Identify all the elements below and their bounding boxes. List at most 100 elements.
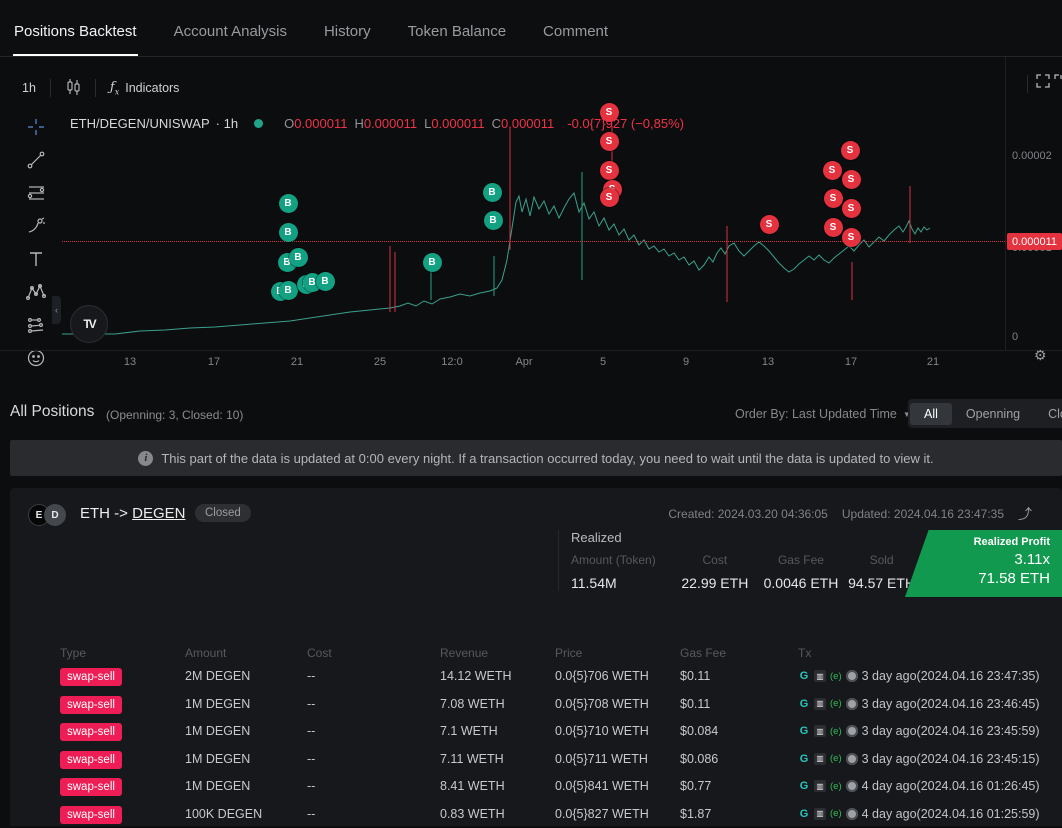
dex-icon[interactable] xyxy=(846,725,858,737)
table-row: swap-sell2M DEGEN--14.12 WETH0.0{5}706 W… xyxy=(40,662,1062,690)
tx-time-link[interactable]: 3 day ago(2024.04.16 23:47:35) xyxy=(862,669,1040,683)
gmgn-icon[interactable]: G xyxy=(798,670,810,682)
cell-price: 0.0{5}710 WETH xyxy=(555,724,649,738)
order-by-label: Order By: Last Updated Time xyxy=(735,407,897,421)
tradingview-logo[interactable]: TV xyxy=(70,305,108,343)
sell-marker[interactable]: S xyxy=(842,199,861,218)
realized-column-value: 11.54M xyxy=(571,575,670,591)
buy-marker[interactable]: B xyxy=(483,183,502,202)
realized-title: Realized xyxy=(571,530,921,545)
sell-marker[interactable]: S xyxy=(600,132,619,151)
cell-price: 0.0{5}708 WETH xyxy=(555,697,649,711)
tab-account-analysis[interactable]: Account Analysis xyxy=(173,23,288,56)
dex-icon[interactable] xyxy=(846,753,858,765)
cell-revenue: 7.11 WETH xyxy=(440,752,504,766)
buy-marker[interactable]: B xyxy=(279,281,298,300)
gmgn-icon[interactable]: G xyxy=(798,753,810,765)
tx-time-link[interactable]: 3 day ago(2024.04.16 23:45:15) xyxy=(862,752,1040,766)
cell-price: 0.0{5}841 WETH xyxy=(555,779,649,793)
column-header-cost: Cost xyxy=(307,646,332,660)
sell-marker[interactable]: S xyxy=(824,189,843,208)
gmgn-icon[interactable]: G xyxy=(798,808,810,820)
gmgn-icon[interactable]: G xyxy=(798,698,810,710)
tx-time-link[interactable]: 4 day ago(2024.04.16 01:26:45) xyxy=(862,779,1040,793)
cell-revenue: 7.08 WETH xyxy=(440,697,505,711)
sell-marker[interactable]: S xyxy=(842,170,861,189)
scan-icon[interactable]: ▥ xyxy=(814,725,826,737)
filter-all[interactable]: All xyxy=(910,403,952,425)
cell-tx: G ▥ (e) 3 day ago(2024.04.16 23:46:45) xyxy=(798,697,1040,711)
sell-marker[interactable]: S xyxy=(823,161,842,180)
tab-history[interactable]: History xyxy=(323,23,372,56)
buy-marker[interactable]: B xyxy=(279,194,298,213)
etherscan-icon[interactable]: (e) xyxy=(830,698,842,710)
etherscan-icon[interactable]: (e) xyxy=(830,808,842,820)
pair-title: ETH -> DEGEN xyxy=(80,505,185,522)
buy-marker[interactable]: B xyxy=(279,223,298,242)
cell-amount: 1M DEGEN xyxy=(185,697,250,711)
tx-time-link[interactable]: 4 day ago(2024.04.16 01:25:59) xyxy=(862,807,1040,821)
position-card: E D ETH -> DEGEN Closed Created: 2024.03… xyxy=(10,488,1062,826)
info-banner-text: This part of the data is updated at 0:00… xyxy=(161,451,933,466)
cell-gas_fee: $1.87 xyxy=(680,807,711,821)
realized-column: Gas Fee0.0046 ETH xyxy=(760,553,842,591)
tab-token-balance[interactable]: Token Balance xyxy=(407,23,507,56)
buy-marker[interactable]: B xyxy=(423,253,442,272)
type-badge: swap-sell xyxy=(60,778,122,796)
scan-icon[interactable]: ▥ xyxy=(814,698,826,710)
etherscan-icon[interactable]: (e) xyxy=(830,780,842,792)
status-badge: Closed xyxy=(195,504,251,522)
table-row: swap-sell100K DEGEN--0.83 WETH0.0{5}827 … xyxy=(40,800,1062,828)
created-timestamp: Created: 2024.03.20 04:36:05 xyxy=(668,507,827,521)
dex-icon[interactable] xyxy=(846,808,858,820)
scan-icon[interactable]: ▥ xyxy=(814,670,826,682)
time-axis-label: 21 xyxy=(291,356,303,368)
scan-icon[interactable]: ▥ xyxy=(814,808,826,820)
cell-cost: -- xyxy=(307,807,315,821)
dex-icon[interactable] xyxy=(846,698,858,710)
sell-marker[interactable]: S xyxy=(600,161,619,180)
filter-openning[interactable]: Openning xyxy=(952,403,1034,425)
filter-closed[interactable]: Closed xyxy=(1034,403,1062,425)
gmgn-icon[interactable]: G xyxy=(798,780,810,792)
cell-revenue: 0.83 WETH xyxy=(440,807,505,821)
order-by-dropdown[interactable]: Order By: Last Updated Time ▼ xyxy=(735,407,911,421)
cell-revenue: 8.41 WETH xyxy=(440,779,505,793)
scan-icon[interactable]: ▥ xyxy=(814,780,826,792)
etherscan-icon[interactable]: (e) xyxy=(830,753,842,765)
cell-type: swap-sell xyxy=(60,779,122,793)
etherscan-icon[interactable]: (e) xyxy=(830,725,842,737)
pair-to-link[interactable]: DEGEN xyxy=(132,505,185,522)
status-filter-group: AllOpenningClosed xyxy=(908,399,1062,428)
cell-gas_fee: $0.11 xyxy=(680,697,710,711)
price-chart[interactable] xyxy=(0,57,1062,357)
share-icon[interactable]: ⤴ xyxy=(1018,504,1032,524)
tx-time-link[interactable]: 3 day ago(2024.04.16 23:45:59) xyxy=(862,724,1040,738)
dex-icon[interactable] xyxy=(846,670,858,682)
tab-positions-backtest[interactable]: Positions Backtest xyxy=(13,23,138,56)
tx-time-link[interactable]: 3 day ago(2024.04.16 23:46:45) xyxy=(862,697,1040,711)
status-dot xyxy=(254,119,263,128)
ohlc-value: 0.000011 xyxy=(294,116,347,131)
buy-marker[interactable]: B xyxy=(289,248,308,267)
chart-legend: ETH/DEGEN/UNISWAP · 1h O0.000011H0.00001… xyxy=(70,116,684,131)
sell-marker[interactable]: S xyxy=(600,188,619,207)
time-axis-label: 21 xyxy=(927,356,939,368)
etherscan-icon[interactable]: (e) xyxy=(830,670,842,682)
dex-icon[interactable] xyxy=(846,780,858,792)
time-axis-label: 12:0 xyxy=(441,356,462,368)
tab-comment[interactable]: Comment xyxy=(542,23,609,56)
gmgn-icon[interactable]: G xyxy=(798,725,810,737)
table-row: swap-sell1M DEGEN--7.11 WETH0.0{5}711 WE… xyxy=(40,745,1062,773)
scan-icon[interactable]: ▥ xyxy=(814,753,826,765)
ohlc-value: 0.000011 xyxy=(431,116,484,131)
buy-marker[interactable]: B xyxy=(316,272,335,291)
pair-from: ETH -> xyxy=(80,505,128,522)
realized-column-label: Cost xyxy=(670,553,760,567)
sell-marker[interactable]: S xyxy=(760,215,779,234)
buy-marker[interactable]: B xyxy=(484,211,503,230)
sell-marker[interactable]: S xyxy=(824,218,843,237)
sell-marker[interactable]: S xyxy=(841,141,860,160)
sell-marker[interactable]: S xyxy=(842,228,861,247)
cell-tx: G ▥ (e) 4 day ago(2024.04.16 01:26:45) xyxy=(798,779,1040,793)
